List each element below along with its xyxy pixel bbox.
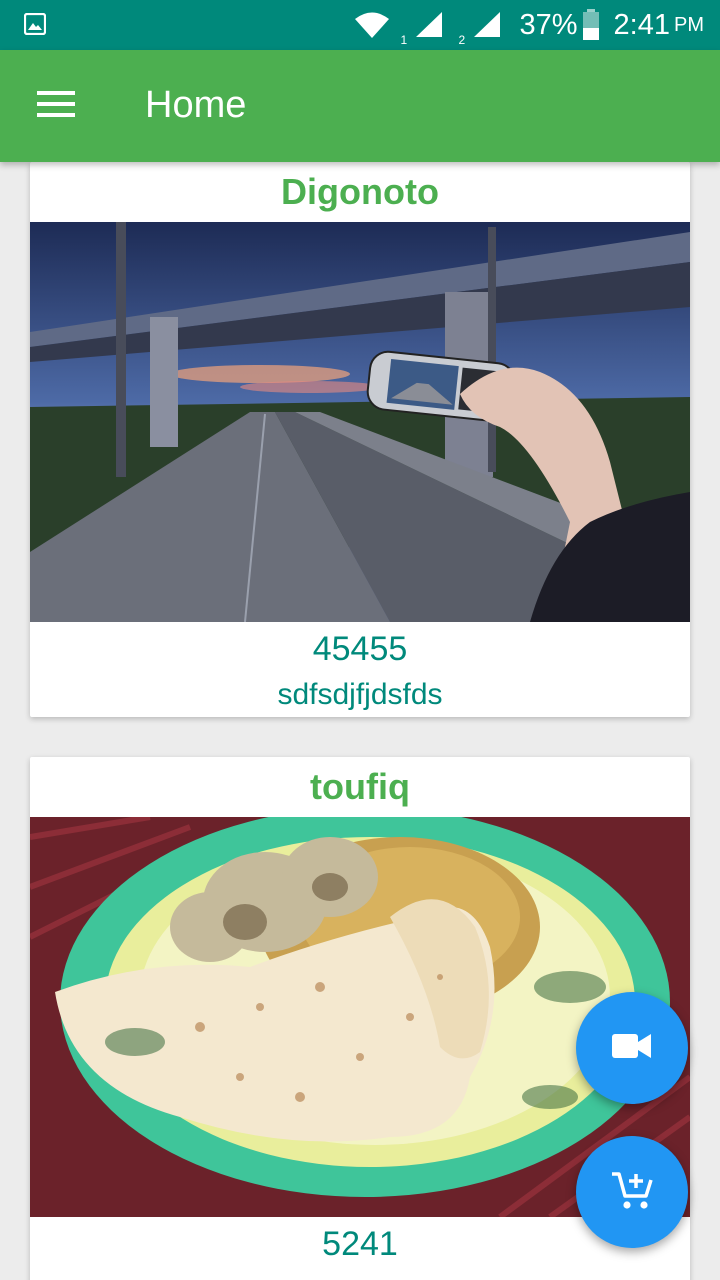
product-price: 45455 xyxy=(312,630,408,668)
product-feed[interactable]: Digonoto 45455 sdfsdjfjdsfds toufiq 5241 xyxy=(0,162,720,1280)
battery-percent: 37% xyxy=(519,8,578,41)
clock: 2:41 PM xyxy=(614,9,704,42)
app-bar: Home xyxy=(0,50,720,162)
add-to-cart-button[interactable] xyxy=(576,1136,688,1248)
product-title: toufiq xyxy=(310,766,410,807)
clock-time: 2:41 xyxy=(613,8,670,41)
hamburger-menu-icon xyxy=(37,90,75,122)
status-bar: 1 2 37% 2:41 PM xyxy=(0,0,720,50)
videocam-icon xyxy=(612,1032,652,1065)
sim1-label: 1 xyxy=(400,33,408,47)
product-description xyxy=(30,1271,690,1280)
clock-suffix: PM xyxy=(674,13,704,36)
add-shopping-cart-icon xyxy=(610,1168,654,1217)
record-video-button[interactable] xyxy=(576,992,688,1104)
page-title: Home xyxy=(145,84,247,126)
image-icon xyxy=(23,12,47,36)
screen: 1 2 37% 2:41 PM Home Digonoto 45455 sdfs… xyxy=(0,0,720,1280)
menu-button[interactable] xyxy=(28,83,84,129)
signal-sim1-icon: 1 xyxy=(401,11,448,47)
signal-sim2-icon: 2 xyxy=(459,11,506,47)
status-icons: 1 2 37% 2:41 PM xyxy=(354,0,704,50)
product-title: Digonoto xyxy=(281,171,439,212)
product-description: sdfsdjfjdsfds xyxy=(277,678,443,711)
wifi-icon xyxy=(354,11,390,39)
product-card[interactable]: Digonoto 45455 sdfsdjfjdsfds xyxy=(30,162,690,717)
product-image[interactable] xyxy=(30,222,690,622)
sim2-label: 2 xyxy=(458,33,466,47)
battery-icon xyxy=(582,9,600,41)
